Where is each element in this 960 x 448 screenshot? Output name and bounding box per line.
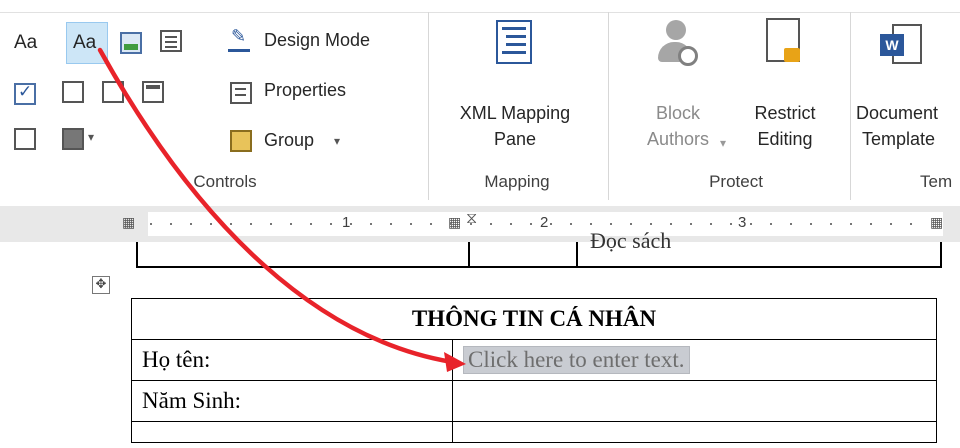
- annotation-arrowhead: [444, 352, 466, 372]
- annotation-arrow: [97, 47, 466, 372]
- annotation-arrow-curve: [97, 47, 455, 365]
